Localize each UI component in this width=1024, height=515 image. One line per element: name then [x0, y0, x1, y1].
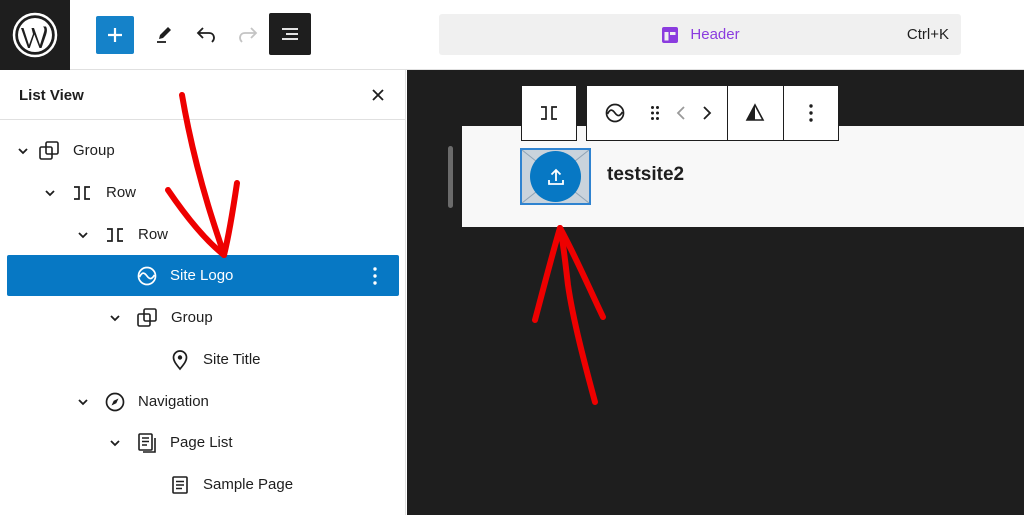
- list-item-label: Row: [106, 184, 137, 201]
- redo-icon: [239, 27, 258, 43]
- site-logo-icon: [605, 103, 625, 123]
- row-icon: [71, 182, 93, 204]
- site-title-text[interactable]: testsite2: [607, 164, 684, 186]
- chevron-down-icon[interactable]: [108, 311, 122, 325]
- close-list-view-button[interactable]: [367, 84, 389, 106]
- editor-top-bar: Header Ctrl+K: [0, 0, 1024, 70]
- list-item-label: Site Logo: [170, 267, 234, 284]
- list-item-label: Row: [138, 226, 169, 243]
- list-item-sample-page[interactable]: Sample Page: [7, 464, 399, 505]
- block-options-button[interactable]: [365, 265, 385, 287]
- list-item-label: Navigation: [138, 393, 209, 410]
- list-item-navigation[interactable]: Navigation: [7, 381, 399, 422]
- parent-selector-toolbar: [521, 85, 577, 141]
- list-item-page-list[interactable]: Page List: [7, 422, 399, 463]
- wordpress-icon: [12, 12, 58, 58]
- list-item-group[interactable]: Group: [7, 297, 399, 338]
- map-pin-icon: [169, 349, 191, 371]
- close-icon: [372, 89, 384, 101]
- undo-icon: [196, 27, 215, 43]
- row-icon: [541, 106, 557, 120]
- list-item-site-logo[interactable]: Site Logo: [7, 255, 399, 296]
- list-item-label: Group: [171, 309, 213, 326]
- list-item-row[interactable]: Row: [7, 214, 399, 255]
- block-toolbar: [586, 85, 839, 141]
- list-item-label: Site Title: [203, 351, 261, 368]
- upload-logo-button[interactable]: [530, 151, 581, 202]
- list-item-label: Group: [73, 142, 115, 159]
- tools-button[interactable]: [144, 14, 184, 54]
- align-button[interactable]: [728, 86, 782, 140]
- list-item-site-title[interactable]: Site Title: [7, 339, 399, 380]
- site-logo-icon: [136, 265, 158, 287]
- chevron-left-icon: [676, 106, 685, 120]
- group-icon: [38, 140, 60, 162]
- template-part-title: Header: [690, 26, 740, 43]
- move-right-button[interactable]: [694, 86, 720, 140]
- chevron-down-icon[interactable]: [108, 436, 122, 450]
- resize-handle[interactable]: [448, 146, 453, 208]
- list-view-title: List View: [19, 87, 84, 104]
- list-view-toggle-button[interactable]: [269, 13, 311, 55]
- undo-button[interactable]: [186, 14, 226, 54]
- list-item-label: Page List: [170, 434, 233, 451]
- keyboard-shortcut: Ctrl+K: [906, 26, 949, 43]
- chevron-down-icon[interactable]: [76, 395, 90, 409]
- move-left-button[interactable]: [668, 86, 694, 140]
- chevron-down-icon[interactable]: [16, 144, 30, 158]
- pages-icon: [136, 432, 158, 454]
- group-icon: [136, 307, 158, 329]
- list-item-group[interactable]: Group: [7, 130, 399, 171]
- list-view-icon: [282, 28, 298, 40]
- template-part-icon: [662, 26, 679, 43]
- chevron-right-icon: [702, 106, 711, 120]
- block-type-button[interactable]: [587, 86, 642, 140]
- upload-icon: [547, 168, 564, 185]
- compass-icon: [104, 391, 126, 413]
- row-icon: [104, 224, 126, 246]
- chevron-down-icon[interactable]: [76, 228, 90, 242]
- chevron-down-icon[interactable]: [43, 186, 57, 200]
- page-icon: [169, 474, 191, 496]
- options-button[interactable]: [784, 86, 838, 140]
- command-palette-bar[interactable]: Header Ctrl+K: [439, 14, 961, 55]
- pencil-icon: [157, 27, 171, 43]
- site-logo-placeholder[interactable]: [520, 148, 591, 205]
- list-item-row[interactable]: Row: [7, 172, 399, 213]
- select-parent-row-button[interactable]: [522, 86, 576, 140]
- redo-button[interactable]: [228, 14, 268, 54]
- plus-icon: [108, 28, 122, 42]
- more-vertical-icon: [373, 267, 377, 285]
- add-block-button[interactable]: [96, 16, 134, 54]
- editor-canvas: testsite2: [407, 70, 1024, 515]
- list-view-header: List View: [0, 70, 405, 120]
- list-item-label: Sample Page: [203, 476, 294, 493]
- drag-handle[interactable]: [642, 86, 668, 140]
- drag-handle-icon: [651, 106, 660, 120]
- wordpress-logo-button[interactable]: [0, 0, 70, 70]
- align-triangle-icon: [746, 103, 765, 121]
- more-vertical-icon: [809, 104, 813, 122]
